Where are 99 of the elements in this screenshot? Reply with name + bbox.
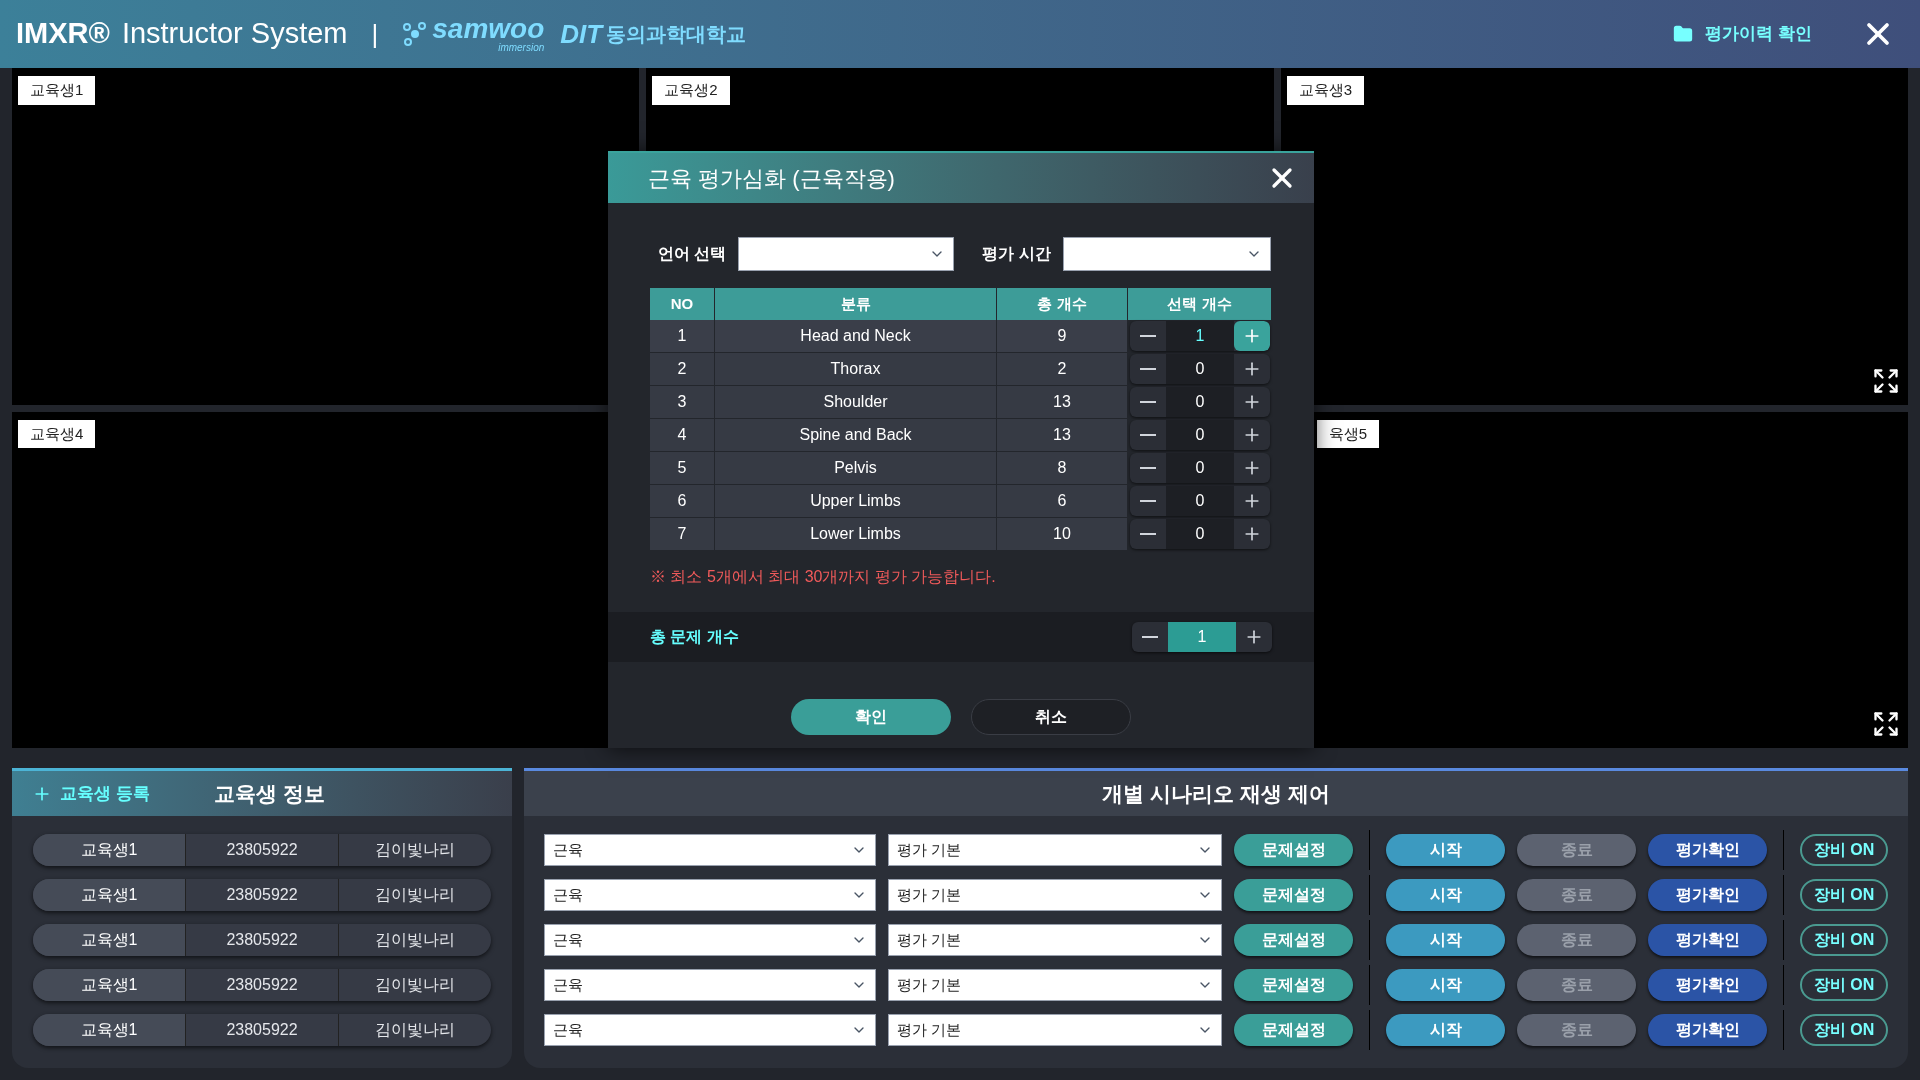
student-id: 23805922 — [185, 969, 338, 1001]
minus-icon — [1140, 467, 1156, 469]
history-button[interactable]: 평가이력 확인 — [1673, 21, 1812, 47]
mode-dropdown[interactable]: 평가 기본 — [888, 969, 1223, 1001]
notice-text: ※ 최소 5개에서 최대 30개까지 평가 가능합니다. — [650, 567, 997, 587]
brand-logo: IMXR® — [16, 16, 110, 52]
mode-dropdown[interactable]: 평가 기본 — [888, 924, 1223, 956]
minus-icon — [1142, 636, 1158, 638]
check-button[interactable]: 평가확인 — [1648, 834, 1768, 866]
device-button[interactable]: 장비 ON — [1800, 879, 1888, 911]
increase-button[interactable] — [1234, 321, 1270, 351]
table-cell: Upper Limbs — [715, 485, 997, 517]
table-cell: Shoulder — [715, 386, 997, 418]
app-title: Instructor System — [121, 16, 348, 52]
panel-label: 육생5 — [1316, 419, 1379, 448]
samwoo-logo: samwoo — [432, 15, 545, 43]
scenario-dropdown[interactable]: 근육 — [544, 834, 877, 866]
count-value: 1 — [1166, 321, 1234, 351]
check-button[interactable]: 평가확인 — [1648, 1014, 1768, 1046]
count-value: 0 — [1166, 354, 1234, 384]
total-label: 총 문제 개수 — [650, 627, 739, 647]
mode-dropdown[interactable]: 평가 기본 — [888, 1014, 1223, 1046]
panel-label: 교육생4 — [18, 419, 96, 448]
cancel-button[interactable]: 취소 — [971, 699, 1131, 735]
student-row[interactable]: 교육생1 23805922 김이빛나리 — [33, 834, 491, 866]
minus-icon — [1140, 335, 1156, 337]
student-person: 김이빛나리 — [338, 924, 491, 956]
count-value: 0 — [1166, 420, 1234, 450]
scenario-dropdown[interactable]: 근육 — [544, 879, 877, 911]
table-cell: 7 — [650, 518, 715, 550]
count-value: 0 — [1166, 519, 1234, 549]
title-separator: | — [371, 17, 379, 51]
expand-icon[interactable] — [1872, 710, 1900, 738]
school-name: 동의과학대학교 — [606, 22, 747, 47]
minus-icon — [1140, 434, 1156, 436]
check-button[interactable]: 평가확인 — [1648, 969, 1768, 1001]
panel-title: 개별 시나리오 재생 제어 — [1102, 780, 1330, 807]
folder-icon — [1673, 24, 1694, 44]
molecule-logo-icon — [402, 21, 429, 47]
mode-dropdown[interactable]: 평가 기본 — [888, 879, 1223, 911]
language-dropdown[interactable] — [738, 237, 955, 271]
student-name: 교육생1 — [33, 969, 185, 1001]
mode-dropdown[interactable]: 평가 기본 — [888, 834, 1223, 866]
count-value: 0 — [1166, 486, 1234, 516]
count-value: 0 — [1166, 453, 1234, 483]
student-name: 교육생1 — [33, 1014, 185, 1046]
table-cell: Thorax — [715, 353, 997, 385]
minus-icon — [1140, 368, 1156, 370]
table-cell: Head and Neck — [715, 320, 997, 352]
minus-icon — [1140, 500, 1156, 502]
check-button[interactable]: 평가확인 — [1648, 879, 1768, 911]
student-row[interactable]: 교육생1 23805922 김이빛나리 — [33, 924, 491, 956]
table-cell: 4 — [650, 419, 715, 451]
device-button[interactable]: 장비 ON — [1800, 924, 1888, 956]
student-row[interactable]: 교육생1 23805922 김이빛나리 — [33, 879, 491, 911]
logo-tagline: immersion — [498, 43, 545, 53]
student-row[interactable]: 교육생1 23805922 김이빛나리 — [33, 1014, 491, 1046]
student-person: 김이빛나리 — [338, 969, 491, 1001]
student-row[interactable]: 교육생1 23805922 김이빛나리 — [33, 969, 491, 1001]
table-cell: Lower Limbs — [715, 518, 997, 550]
student-name: 교육생1 — [33, 834, 185, 866]
expand-icon[interactable] — [1872, 366, 1900, 395]
student-id: 23805922 — [185, 834, 338, 866]
student-person: 김이빛나리 — [338, 1014, 491, 1046]
student-name: 교육생1 — [33, 879, 185, 911]
panel-title: 교육생 정보 — [213, 780, 325, 807]
dit-logo: DIT — [560, 17, 603, 51]
register-button[interactable]: 교육생 등록 — [32, 780, 150, 807]
device-button[interactable]: 장비 ON — [1800, 1014, 1888, 1046]
table-cell: 2 — [650, 353, 715, 385]
table-cell: 3 — [650, 386, 715, 418]
check-button[interactable]: 평가확인 — [1648, 924, 1768, 956]
table-cell: 1 — [650, 320, 715, 352]
count-value: 0 — [1166, 387, 1234, 417]
student-person: 김이빛나리 — [338, 879, 491, 911]
scenario-dropdown[interactable]: 근육 — [544, 1014, 877, 1046]
minus-icon — [1140, 401, 1156, 403]
student-name: 교육생1 — [33, 924, 185, 956]
language-label: 언어 선택 — [658, 244, 727, 264]
panel-label: 교육생1 — [18, 76, 96, 105]
count-value: 1 — [1168, 622, 1236, 652]
table-cell: Spine and Back — [715, 419, 997, 451]
time-label: 평가 시간 — [982, 244, 1051, 264]
table-cell: 6 — [650, 485, 715, 517]
table-cell: 5 — [650, 452, 715, 484]
minus-icon — [1140, 533, 1156, 535]
student-id: 23805922 — [185, 879, 338, 911]
panel-label: 교육생2 — [652, 76, 730, 105]
student-id: 23805922 — [185, 924, 338, 956]
student-id: 23805922 — [185, 1014, 338, 1046]
dialog-title: 근육 평가심화 (근육작용) — [648, 164, 895, 193]
table-cell: Pelvis — [715, 452, 997, 484]
panel-label: 교육생3 — [1286, 76, 1364, 105]
device-button[interactable]: 장비 ON — [1800, 834, 1888, 866]
scenario-dropdown[interactable]: 근육 — [544, 969, 877, 1001]
device-button[interactable]: 장비 ON — [1800, 969, 1888, 1001]
time-dropdown[interactable] — [1062, 237, 1271, 271]
scenario-dropdown[interactable]: 근육 — [544, 924, 877, 956]
student-person: 김이빛나리 — [338, 834, 491, 866]
